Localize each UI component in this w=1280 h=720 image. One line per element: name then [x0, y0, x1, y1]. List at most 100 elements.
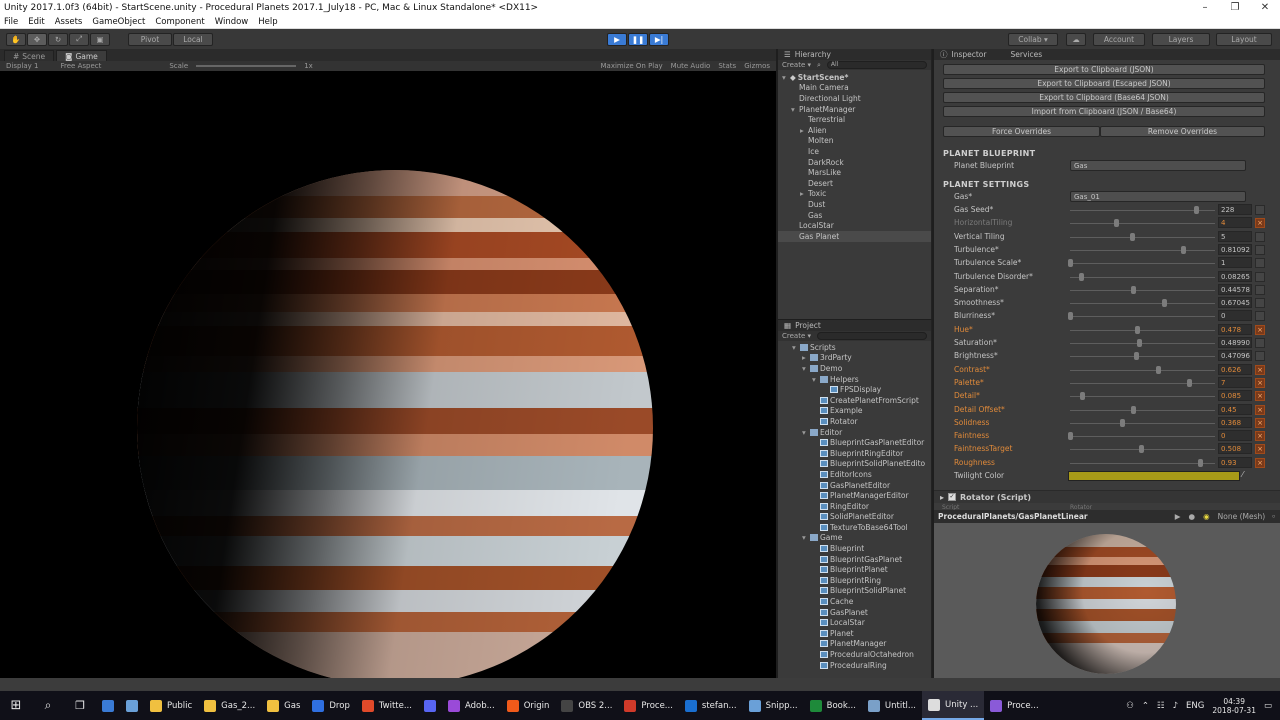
- slider-value-field[interactable]: 1: [1218, 257, 1252, 269]
- hierarchy-item[interactable]: Desert: [778, 178, 931, 189]
- taskbar-app[interactable]: [120, 691, 144, 720]
- export-json-button[interactable]: Export to Clipboard (JSON): [943, 64, 1265, 75]
- taskbar-app[interactable]: Adob...: [442, 691, 501, 720]
- taskbar-app[interactable]: Gas_2...: [198, 691, 261, 720]
- hierarchy-item[interactable]: Molten: [778, 136, 931, 147]
- start-button-icon[interactable]: ⊞: [0, 691, 32, 720]
- project-item[interactable]: Example: [778, 406, 931, 417]
- slider-thumb[interactable]: [1068, 259, 1073, 268]
- taskbar-app[interactable]: Unity ...: [922, 691, 985, 720]
- hand-tool-icon[interactable]: ✋: [6, 32, 26, 46]
- project-item[interactable]: Blueprint: [778, 543, 931, 554]
- export-base64-json-button[interactable]: Export to Clipboard (Base64 JSON): [943, 92, 1265, 103]
- notification-icon[interactable]: ▭: [1264, 701, 1272, 711]
- project-item[interactable]: ▾ Demo: [778, 363, 931, 374]
- project-item[interactable]: CreatePlanetFromScript: [778, 395, 931, 406]
- taskbar-app[interactable]: Gas: [261, 691, 306, 720]
- tray-network-icon[interactable]: ☷: [1157, 701, 1165, 711]
- taskbar-app[interactable]: Proce...: [618, 691, 679, 720]
- project-item[interactable]: BlueprintRingEditor: [778, 448, 931, 459]
- gas-dropdown[interactable]: Gas_01: [1070, 191, 1246, 202]
- slider-track[interactable]: [1070, 236, 1215, 238]
- remove-override-icon[interactable]: ×: [1255, 417, 1265, 428]
- slider-track[interactable]: [1070, 409, 1215, 411]
- maximize-on-play-toggle[interactable]: Maximize On Play: [601, 62, 663, 70]
- remove-override-icon[interactable]: ×: [1255, 218, 1265, 229]
- maximize-button[interactable]: ❐: [1220, 0, 1250, 16]
- hierarchy-item[interactable]: Directional Light: [778, 93, 931, 104]
- project-create-button[interactable]: Create ▾: [782, 332, 811, 340]
- slider-thumb[interactable]: [1079, 392, 1085, 401]
- hierarchy-item[interactable]: Dust: [778, 199, 931, 210]
- override-toggle[interactable]: [1255, 231, 1265, 242]
- project-item[interactable]: BlueprintSolidPlanetEdito: [778, 459, 931, 470]
- task-view-icon[interactable]: ❐: [64, 691, 96, 720]
- slider-value-field[interactable]: 0.08265: [1218, 270, 1252, 282]
- hierarchy-item[interactable]: Gas: [778, 210, 931, 221]
- project-item[interactable]: ▸ 3rdParty: [778, 353, 931, 364]
- taskbar-app[interactable]: Drop: [306, 691, 355, 720]
- project-item[interactable]: EditorIcons: [778, 469, 931, 480]
- project-item[interactable]: ProceduralRing: [778, 660, 931, 671]
- project-item[interactable]: SolidPlanetEditor: [778, 512, 931, 523]
- taskbar-app[interactable]: Origin: [501, 691, 556, 720]
- project-item[interactable]: BlueprintSolidPlanet: [778, 586, 931, 597]
- slider-value-field[interactable]: 0.44578: [1218, 283, 1252, 295]
- hierarchy-create-button[interactable]: Create ▾: [782, 61, 811, 69]
- foldout-arrow-icon[interactable]: ▾: [802, 428, 810, 437]
- tray-clock[interactable]: 04:39 2018-07-31: [1212, 697, 1256, 715]
- menu-window[interactable]: Window: [215, 17, 249, 27]
- account-dropdown[interactable]: Account: [1093, 32, 1145, 46]
- tray-volume-icon[interactable]: ♪: [1173, 701, 1178, 711]
- menu-assets[interactable]: Assets: [55, 17, 83, 27]
- slider-track[interactable]: [1070, 223, 1215, 225]
- slider-thumb[interactable]: [1156, 365, 1162, 374]
- remove-override-icon[interactable]: ×: [1255, 364, 1265, 375]
- export-escaped-json-button[interactable]: Export to Clipboard (Escaped JSON): [943, 78, 1265, 89]
- override-toggle[interactable]: [1255, 271, 1265, 282]
- project-item[interactable]: PlanetManager: [778, 639, 931, 650]
- project-item[interactable]: LocalStar: [778, 617, 931, 628]
- hierarchy-item[interactable]: LocalStar: [778, 220, 931, 231]
- rotate-tool-icon[interactable]: ↻: [48, 32, 68, 46]
- slider-track[interactable]: [1070, 396, 1215, 398]
- remove-overrides-button[interactable]: Remove Overrides: [1100, 126, 1265, 137]
- slider-track[interactable]: [1070, 369, 1215, 371]
- material-preview[interactable]: [934, 523, 1280, 678]
- slider-value-field[interactable]: 0.48990: [1218, 337, 1252, 348]
- layout-dropdown[interactable]: Layout: [1216, 32, 1272, 46]
- slider-value-field[interactable]: 0.478: [1218, 323, 1252, 335]
- slider-track[interactable]: [1070, 422, 1215, 424]
- project-item[interactable]: FPSDisplay: [778, 384, 931, 395]
- slider-thumb[interactable]: [1129, 232, 1135, 241]
- slider-thumb[interactable]: [1068, 312, 1073, 321]
- taskbar-app[interactable]: Public: [144, 691, 198, 720]
- slider-value-field[interactable]: 4: [1218, 217, 1252, 229]
- slider-track[interactable]: [1070, 263, 1215, 265]
- collab-button[interactable]: Collab ▾: [1008, 32, 1058, 46]
- import-clipboard-button[interactable]: Import from Clipboard (JSON / Base64): [943, 106, 1265, 117]
- slider-value-field[interactable]: 0.368: [1218, 416, 1252, 428]
- remove-override-icon[interactable]: ×: [1255, 391, 1265, 402]
- remove-override-icon[interactable]: ×: [1255, 324, 1265, 335]
- slider-track[interactable]: [1070, 356, 1215, 358]
- tab-inspector[interactable]: Inspector: [952, 50, 987, 59]
- slider-value-field[interactable]: 0: [1218, 430, 1252, 442]
- remove-override-icon[interactable]: ×: [1255, 404, 1265, 415]
- layers-dropdown[interactable]: Layers: [1152, 32, 1210, 46]
- project-item[interactable]: Planet: [778, 628, 931, 639]
- remove-override-icon[interactable]: ×: [1255, 431, 1265, 442]
- project-item[interactable]: ▾ Scripts: [778, 342, 931, 353]
- eyedropper-icon[interactable]: ⁄: [1242, 470, 1243, 479]
- hierarchy-item[interactable]: Terrestrial: [778, 114, 931, 125]
- remove-override-icon[interactable]: ×: [1255, 444, 1265, 455]
- remove-override-icon[interactable]: ×: [1255, 377, 1265, 388]
- display-dropdown[interactable]: Display 1: [6, 62, 38, 70]
- local-button[interactable]: Local: [173, 32, 213, 46]
- override-toggle[interactable]: [1255, 311, 1265, 322]
- override-toggle[interactable]: [1255, 258, 1265, 269]
- gizmos-dropdown[interactable]: Gizmos: [744, 62, 770, 70]
- menu-component[interactable]: Component: [155, 17, 204, 27]
- menu-file[interactable]: File: [4, 17, 18, 27]
- slider-thumb[interactable]: [1131, 405, 1136, 414]
